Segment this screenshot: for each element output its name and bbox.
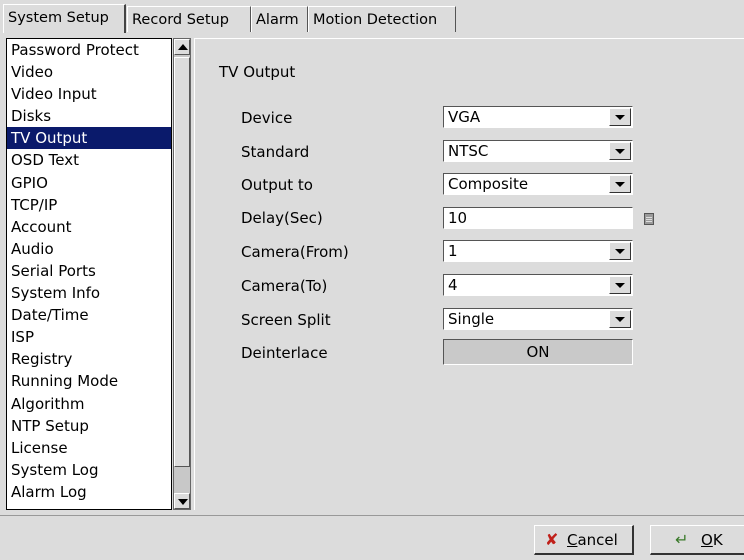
- cancel-x-icon: ✘: [545, 530, 559, 549]
- panel-title: TV Output: [219, 63, 296, 81]
- sidebar-item-video[interactable]: Video: [7, 61, 171, 83]
- camera-to-value: 4: [448, 276, 458, 294]
- device-label: Device: [241, 109, 293, 127]
- ok-label: OK: [701, 531, 723, 549]
- sidebar-item-tv-output[interactable]: TV Output: [7, 127, 171, 150]
- cancel-label: Cancel: [567, 531, 618, 549]
- sidebar-item-registry[interactable]: Registry: [7, 348, 171, 370]
- sidebar-item-disks[interactable]: Disks: [7, 105, 171, 127]
- sidebar-item-date-time[interactable]: Date/Time: [7, 304, 171, 326]
- calculator-icon[interactable]: [644, 213, 654, 225]
- device-select[interactable]: VGA: [443, 106, 633, 128]
- output-to-value: Composite: [448, 175, 529, 193]
- sidebar-item-audio[interactable]: Audio: [7, 238, 171, 260]
- sidebar-scrollbar[interactable]: [173, 38, 191, 510]
- camera-from-select[interactable]: 1: [443, 240, 633, 262]
- screen-split-label: Screen Split: [241, 311, 331, 329]
- standard-label: Standard: [241, 143, 310, 161]
- tab-alarm[interactable]: Alarm: [251, 6, 308, 32]
- sidebar-item-running-mode[interactable]: Running Mode: [7, 370, 171, 392]
- chevron-down-icon: [615, 283, 625, 288]
- deinterlace-toggle[interactable]: ON: [443, 339, 633, 365]
- sidebar-item-system-log[interactable]: System Log: [7, 459, 171, 481]
- sidebar-item-tcp-ip[interactable]: TCP/IP: [7, 194, 171, 216]
- sidebar-item-password-protect[interactable]: Password Protect: [7, 39, 171, 61]
- sidebar-item-system-info[interactable]: System Info: [7, 282, 171, 304]
- cancel-button[interactable]: ✘ Cancel: [534, 525, 634, 555]
- output-to-dropdown-button[interactable]: [609, 175, 631, 193]
- ok-check-icon: ↵: [675, 530, 689, 549]
- camera-to-select[interactable]: 4: [443, 274, 633, 296]
- sidebar-item-serial-ports[interactable]: Serial Ports: [7, 260, 171, 282]
- delay-value: 10: [448, 209, 468, 227]
- screen-split-value: Single: [448, 310, 495, 328]
- tab-bar: System Setup Record Setup Alarm Motion D…: [0, 0, 744, 33]
- output-to-label: Output to: [241, 176, 313, 194]
- tab-motion-detection[interactable]: Motion Detection: [308, 6, 456, 32]
- arrow-down-icon: [178, 499, 188, 505]
- standard-select[interactable]: NTSC: [443, 140, 633, 162]
- chevron-down-icon: [615, 249, 625, 254]
- camera-from-label: Camera(From): [241, 243, 349, 261]
- standard-value: NTSC: [448, 142, 489, 160]
- bottom-divider: [0, 515, 744, 516]
- camera-to-dropdown-button[interactable]: [609, 276, 631, 294]
- tab-system-setup[interactable]: System Setup: [3, 4, 126, 33]
- output-to-select[interactable]: Composite: [443, 173, 633, 195]
- tab-label: Alarm: [256, 12, 299, 28]
- standard-dropdown-button[interactable]: [609, 142, 631, 160]
- camera-from-dropdown-button[interactable]: [609, 242, 631, 260]
- settings-list[interactable]: Password Protect Video Video Input Disks…: [6, 38, 172, 510]
- sidebar-item-video-input[interactable]: Video Input: [7, 83, 171, 105]
- scroll-down-button[interactable]: [174, 493, 190, 509]
- tab-label: Record Setup: [132, 12, 229, 28]
- ok-button[interactable]: ↵ OK: [650, 525, 744, 555]
- tab-label: System Setup: [8, 10, 109, 26]
- chevron-down-icon: [615, 182, 625, 187]
- tv-output-panel: TV Output Device VGA Standard NTSC Outpu…: [194, 38, 744, 510]
- sidebar-item-account[interactable]: Account: [7, 216, 171, 238]
- sidebar-item-osd-text[interactable]: OSD Text: [7, 149, 171, 171]
- sidebar-item-isp[interactable]: ISP: [7, 326, 171, 348]
- chevron-down-icon: [615, 115, 625, 120]
- tab-record-setup[interactable]: Record Setup: [127, 6, 251, 32]
- arrow-up-icon: [178, 44, 188, 50]
- deinterlace-label: Deinterlace: [241, 344, 328, 362]
- camera-to-label: Camera(To): [241, 277, 328, 295]
- scroll-up-button[interactable]: [174, 39, 190, 55]
- device-dropdown-button[interactable]: [609, 108, 631, 126]
- screen-split-dropdown-button[interactable]: [609, 310, 631, 328]
- screen-split-select[interactable]: Single: [443, 308, 633, 330]
- device-value: VGA: [448, 108, 481, 126]
- sidebar-item-alarm-log[interactable]: Alarm Log: [7, 481, 171, 503]
- delay-label: Delay(Sec): [241, 209, 323, 227]
- chevron-down-icon: [615, 317, 625, 322]
- camera-from-value: 1: [448, 242, 458, 260]
- scrollbar-thumb[interactable]: [174, 57, 190, 467]
- sidebar-item-license[interactable]: License: [7, 437, 171, 459]
- sidebar-item-gpio[interactable]: GPIO: [7, 172, 171, 194]
- sidebar-item-algorithm[interactable]: Algorithm: [7, 393, 171, 415]
- sidebar-item-ntp-setup[interactable]: NTP Setup: [7, 415, 171, 437]
- chevron-down-icon: [615, 149, 625, 154]
- delay-input[interactable]: 10: [443, 207, 633, 229]
- tab-label: Motion Detection: [313, 12, 438, 28]
